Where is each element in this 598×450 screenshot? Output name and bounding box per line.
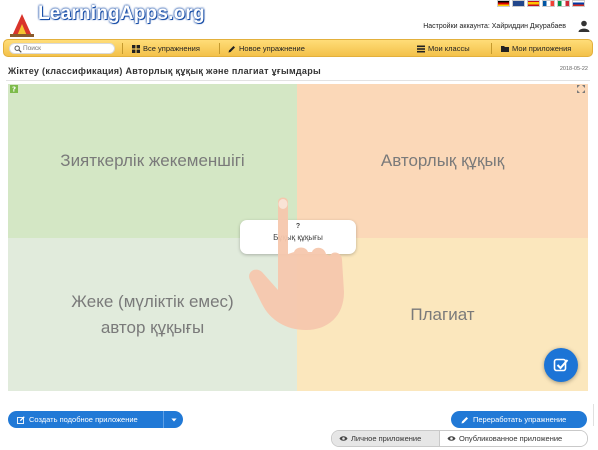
private-app-label: Личное приложение: [351, 434, 422, 443]
title-divider: [6, 80, 590, 81]
classification-app: Зияткерлік жекеменшігі Авторлық құқық Же…: [8, 84, 588, 391]
private-app-option[interactable]: Личное приложение: [332, 431, 440, 446]
create-similar-label: Создать подобное приложение: [29, 415, 138, 424]
fullscreen-icon[interactable]: [577, 85, 585, 93]
flag-gb-icon[interactable]: [512, 0, 525, 7]
language-flags: [497, 0, 585, 7]
search-box: [9, 43, 115, 54]
rework-exercise-button[interactable]: Переработать упражнение: [451, 411, 587, 428]
create-similar-button[interactable]: Создать подобное приложение: [8, 411, 183, 428]
user-icon[interactable]: [578, 20, 590, 32]
list-icon: [417, 45, 425, 52]
flag-de-icon[interactable]: [497, 0, 510, 7]
nav-separator: [122, 43, 123, 54]
account-settings[interactable]: Настройки аккаунта: Хайриддин Джурабаев: [423, 23, 566, 30]
logo-text[interactable]: LearningApps.org: [38, 3, 205, 25]
nav-my-apps[interactable]: Мои приложения: [501, 44, 571, 53]
page: { "header": { "logo_text": "LearningApps…: [0, 0, 598, 450]
svg-text:?: ?: [12, 86, 16, 93]
nav-separator: [219, 43, 220, 54]
eye-icon: [447, 436, 456, 441]
scrollbar-edge[interactable]: [593, 404, 598, 426]
drag-hand-icon: [249, 197, 344, 330]
folder-icon: [501, 45, 509, 52]
category-label: Зияткерлік жекеменшігі: [60, 151, 245, 171]
category-label-line-2: автор құқығы: [100, 317, 205, 337]
search-input[interactable]: [23, 44, 111, 53]
nav-separator: [491, 43, 492, 54]
main-navbar: Все упражнения Новое упражнение Мои клас…: [3, 39, 593, 57]
nav-all-exercises[interactable]: Все упражнения: [132, 44, 200, 53]
nav-my-classes[interactable]: Мои классы: [417, 44, 470, 53]
eye-icon: [339, 436, 348, 441]
search-icon: [14, 45, 22, 53]
pencil-icon: [461, 416, 468, 423]
category-label: Плагиат: [410, 304, 475, 324]
flag-it-icon[interactable]: [557, 0, 570, 7]
nav-new-exercise[interactable]: Новое упражнение: [228, 44, 305, 53]
check-answers-button[interactable]: [544, 348, 578, 382]
category-label: Авторлық құқық: [380, 151, 505, 171]
flag-es-icon[interactable]: [527, 0, 540, 7]
public-app-option[interactable]: Опубликованное приложение: [440, 431, 587, 446]
account-name: Хайриддин Джурабаев: [491, 23, 566, 30]
help-icon[interactable]: ?: [10, 85, 18, 93]
public-app-label: Опубликованное приложение: [459, 434, 563, 443]
nav-my-classes-label: Мои классы: [428, 44, 470, 53]
nav-my-apps-label: Мои приложения: [512, 44, 572, 53]
visibility-toggle: Личное приложение Опубликованное приложе…: [331, 430, 588, 447]
account-label: Настройки аккаунта:: [423, 23, 490, 30]
category-label-line-1: Жеке (мүліктік емес): [71, 292, 234, 311]
nav-all-exercises-label: Все упражнения: [143, 44, 200, 53]
nav-new-exercise-label: Новое упражнение: [239, 44, 305, 53]
flag-ru-icon[interactable]: [572, 0, 585, 7]
grid-icon: [132, 44, 140, 53]
rework-exercise-label: Переработать упражнение: [473, 415, 567, 424]
pencil-icon: [228, 45, 235, 52]
caret-down-icon: [170, 418, 177, 421]
app-title: Жіктеу (классификация) Авторлық құқық жә…: [8, 66, 322, 76]
logo-icon[interactable]: [10, 12, 34, 38]
create-similar-dropdown[interactable]: [163, 411, 183, 428]
site-header: LearningApps.org Настройки аккаунта: Хай…: [0, 0, 598, 38]
flag-fr-icon[interactable]: [542, 0, 555, 7]
check-square-icon: [553, 358, 569, 372]
app-date: 2018-05-22: [559, 66, 588, 72]
edit-icon: [17, 415, 25, 424]
